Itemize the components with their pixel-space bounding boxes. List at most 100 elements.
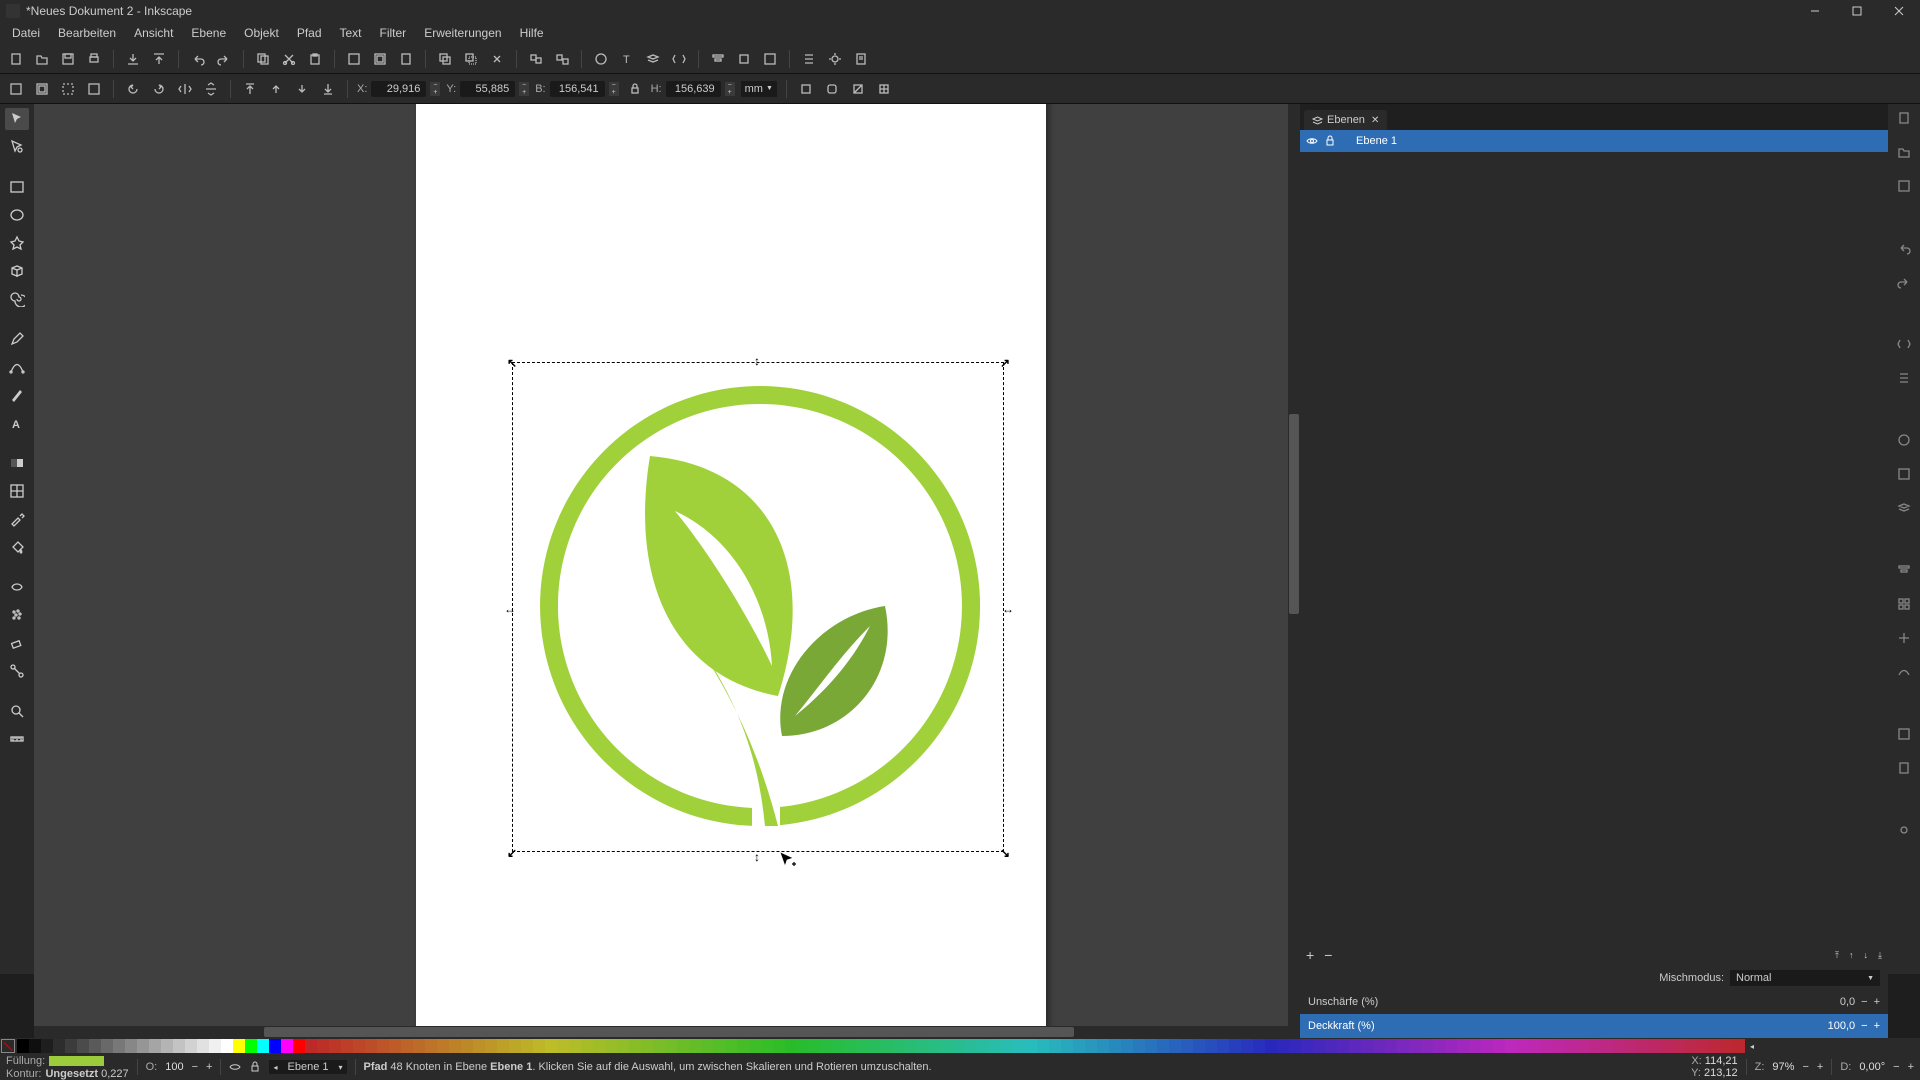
zoom-drawing-button[interactable] xyxy=(370,49,390,69)
dock-object-button[interactable] xyxy=(1894,464,1914,484)
color-swatch[interactable] xyxy=(737,1039,749,1053)
color-swatch[interactable] xyxy=(257,1039,269,1053)
color-swatch[interactable] xyxy=(1445,1039,1457,1053)
unlink-clone-button[interactable] xyxy=(487,49,507,69)
zoom-page-button[interactable] xyxy=(396,49,416,69)
affect-stroke-button[interactable] xyxy=(796,79,816,99)
color-swatch[interactable] xyxy=(389,1039,401,1053)
selectors-button[interactable] xyxy=(799,49,819,69)
color-swatch[interactable] xyxy=(17,1039,29,1053)
handle-nw[interactable]: ↖ xyxy=(507,356,517,370)
clone-button[interactable] xyxy=(461,49,481,69)
stroke-value[interactable]: Ungesetzt 0,227 xyxy=(45,1068,128,1080)
transform-button[interactable] xyxy=(734,49,754,69)
blur-plus[interactable]: + xyxy=(1874,996,1880,1008)
color-swatch[interactable] xyxy=(173,1039,185,1053)
color-swatch[interactable] xyxy=(629,1039,641,1053)
color-swatch[interactable] xyxy=(953,1039,965,1053)
menu-erweiterungen[interactable]: Erweiterungen xyxy=(416,24,509,42)
color-swatch[interactable] xyxy=(425,1039,437,1053)
deselect-button[interactable] xyxy=(58,79,78,99)
color-swatch[interactable] xyxy=(1565,1039,1577,1053)
color-swatch[interactable] xyxy=(1517,1039,1529,1053)
color-swatch[interactable] xyxy=(149,1039,161,1053)
color-swatch[interactable] xyxy=(1361,1039,1373,1053)
x-plus[interactable]: + xyxy=(430,89,440,96)
color-swatch[interactable] xyxy=(1613,1039,1625,1053)
color-swatch[interactable] xyxy=(1169,1039,1181,1053)
dock-doc-props-button[interactable] xyxy=(1894,758,1914,778)
color-swatch[interactable] xyxy=(1157,1039,1169,1053)
color-swatch[interactable] xyxy=(113,1039,125,1053)
layer-top-button[interactable]: ⤒ xyxy=(1835,950,1839,961)
export-button[interactable] xyxy=(149,49,169,69)
handle-n[interactable]: ↕ xyxy=(754,354,760,368)
layer-up-button[interactable]: ↑ xyxy=(1849,950,1854,960)
color-swatch[interactable] xyxy=(1253,1039,1265,1053)
doc-props-button[interactable] xyxy=(851,49,871,69)
xml-button[interactable] xyxy=(669,49,689,69)
rotation-minus[interactable]: − xyxy=(1893,1061,1899,1073)
b-plus[interactable]: + xyxy=(609,89,619,96)
color-swatch[interactable] xyxy=(1661,1039,1673,1053)
color-swatch[interactable] xyxy=(905,1039,917,1053)
rotate-cw-button[interactable] xyxy=(149,79,169,99)
select-all-layers-button[interactable] xyxy=(32,79,52,99)
color-swatch[interactable] xyxy=(1493,1039,1505,1053)
color-swatch[interactable] xyxy=(725,1039,737,1053)
color-swatch[interactable] xyxy=(209,1039,221,1053)
unit-select[interactable]: mm▼ xyxy=(741,81,777,97)
color-swatch[interactable] xyxy=(221,1039,233,1053)
color-swatch[interactable] xyxy=(1733,1039,1745,1053)
star-tool[interactable] xyxy=(5,232,29,254)
color-swatch[interactable] xyxy=(857,1039,869,1053)
color-swatch[interactable] xyxy=(1121,1039,1133,1053)
dock-open-button[interactable] xyxy=(1894,142,1914,162)
color-swatch[interactable] xyxy=(1133,1039,1145,1053)
width-field[interactable]: 156,541 xyxy=(550,81,605,97)
color-swatch[interactable] xyxy=(197,1039,209,1053)
cut-button[interactable] xyxy=(279,49,299,69)
handle-s[interactable]: ↕ xyxy=(754,850,760,864)
color-swatch[interactable] xyxy=(965,1039,977,1053)
color-swatch[interactable] xyxy=(1421,1039,1433,1053)
copy-button[interactable] xyxy=(253,49,273,69)
color-swatch[interactable] xyxy=(41,1039,53,1053)
layer-down-button[interactable]: ↓ xyxy=(1864,950,1869,960)
zoom-plus[interactable]: + xyxy=(1817,1061,1823,1073)
calligraphy-tool[interactable] xyxy=(5,384,29,406)
color-swatch[interactable] xyxy=(1433,1039,1445,1053)
color-swatch[interactable] xyxy=(1337,1039,1349,1053)
color-swatch[interactable] xyxy=(1181,1039,1193,1053)
color-swatch[interactable] xyxy=(1301,1039,1313,1053)
dock-xml-button[interactable] xyxy=(1894,334,1914,354)
color-swatch[interactable] xyxy=(365,1039,377,1053)
menu-text[interactable]: Text xyxy=(332,24,370,42)
remove-layer-button[interactable]: − xyxy=(1324,947,1332,963)
color-swatch[interactable] xyxy=(1205,1039,1217,1053)
no-color-swatch[interactable] xyxy=(1,1039,15,1053)
color-swatch[interactable] xyxy=(281,1039,293,1053)
dock-trace-button[interactable] xyxy=(1894,724,1914,744)
dock-arrange-button[interactable] xyxy=(1894,594,1914,614)
color-swatch[interactable] xyxy=(713,1039,725,1053)
dock-layers-button[interactable] xyxy=(1894,498,1914,518)
connector-tool[interactable] xyxy=(5,660,29,682)
zoom-minus[interactable]: − xyxy=(1802,1061,1808,1073)
opacity-minus[interactable]: − xyxy=(192,1061,198,1073)
color-swatch[interactable] xyxy=(1193,1039,1205,1053)
color-swatch[interactable] xyxy=(497,1039,509,1053)
eraser-tool[interactable] xyxy=(5,632,29,654)
color-swatch[interactable] xyxy=(617,1039,629,1053)
color-swatch[interactable] xyxy=(1721,1039,1733,1053)
open-button[interactable] xyxy=(32,49,52,69)
color-swatch[interactable] xyxy=(1277,1039,1289,1053)
affect-pattern-button[interactable] xyxy=(874,79,894,99)
rotation-plus[interactable]: + xyxy=(1908,1061,1914,1073)
color-swatch[interactable] xyxy=(929,1039,941,1053)
color-swatch[interactable] xyxy=(341,1039,353,1053)
lock-icon[interactable] xyxy=(1324,135,1336,147)
menu-hilfe[interactable]: Hilfe xyxy=(512,24,552,42)
color-swatch[interactable] xyxy=(65,1039,77,1053)
color-swatch[interactable] xyxy=(785,1039,797,1053)
